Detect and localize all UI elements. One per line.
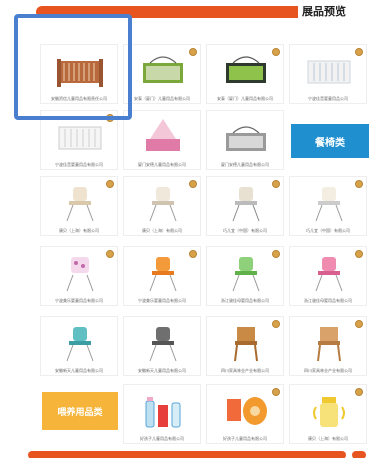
award-badge-icon <box>272 180 280 188</box>
selection-highlight-box <box>14 14 132 120</box>
baby-bottle-icon <box>145 397 181 428</box>
playard-icon <box>226 56 266 83</box>
bottom-bar <box>28 451 346 458</box>
high-chair-icon <box>66 187 94 222</box>
product-caption: 安泰（厦门）儿童用品有限公司 <box>217 96 273 101</box>
product-caption: 好孩子儿童用品有限公司 <box>223 436 267 441</box>
playard-icon <box>143 56 183 83</box>
award-badge-icon <box>106 180 114 188</box>
canopy-crib-icon <box>146 119 180 151</box>
product-card-wood-chair-1[interactable]: 四川家具林业产业有限公司 <box>206 316 284 376</box>
high-chair-icon <box>232 257 260 292</box>
high-chair-icon <box>315 187 343 222</box>
wooden-chair-icon <box>234 327 258 362</box>
product-caption: 好孩子儿童用品有限公司 <box>140 436 184 441</box>
product-caption: 四川家具林业产业有限公司 <box>304 368 352 373</box>
product-caption: 巧儿宜（中国）有限公司 <box>306 228 350 233</box>
product-caption: 康贝（上海）有限公司 <box>142 228 182 233</box>
high-chair-icon <box>149 187 177 222</box>
award-badge-icon <box>272 48 280 56</box>
product-card-high-chair-orange[interactable]: 宁波美乐婴童用品有限公司 <box>123 246 201 306</box>
award-badge-icon <box>106 250 114 258</box>
wooden-chair-icon <box>317 327 341 362</box>
high-chair-icon <box>149 327 177 362</box>
white-crib-icon <box>58 126 102 150</box>
category-tile-feeding-products[interactable]: 喂养用品类 <box>42 392 118 430</box>
product-card-crib-canopy[interactable]: 厦门安德儿童用品有限公司 <box>123 110 201 170</box>
award-badge-icon <box>355 250 363 258</box>
product-card-high-chair-teal[interactable]: 安徽新天儿童用品有限公司 <box>40 316 118 376</box>
product-card-wood-chair-2[interactable]: 四川家具林业产业有限公司 <box>289 316 367 376</box>
award-badge-icon <box>189 250 197 258</box>
product-card-high-chair-pink[interactable]: 宁波美乐婴童用品有限公司 <box>40 246 118 306</box>
product-caption: 宁波美乐婴童用品有限公司 <box>55 298 103 303</box>
product-card-playard-green[interactable]: 安泰（厦门）儿童用品有限公司 <box>123 44 201 104</box>
award-badge-icon <box>189 48 197 56</box>
high-chair-icon <box>66 257 94 292</box>
high-chair-icon <box>315 257 343 292</box>
product-caption: 巧儿宜（中国）有限公司 <box>223 228 267 233</box>
product-caption: 厦门安德儿童用品有限公司 <box>138 162 186 167</box>
bottom-dot <box>352 451 366 458</box>
product-caption: 宁波佳音婴童用品有限公司 <box>55 162 103 167</box>
award-badge-icon <box>355 48 363 56</box>
award-badge-icon <box>355 388 363 396</box>
playard-icon <box>226 126 266 151</box>
product-caption: 宁波美乐婴童用品有限公司 <box>138 298 186 303</box>
award-badge-icon <box>272 320 280 328</box>
product-card-high-chair-4[interactable]: 巧儿宜（中国）有限公司 <box>289 176 367 236</box>
high-chair-icon <box>66 327 94 362</box>
award-badge-icon <box>355 320 363 328</box>
product-card-pacifiers[interactable]: 好孩子儿童用品有限公司 <box>206 384 284 444</box>
sippy-cup-icon <box>313 397 345 427</box>
award-badge-icon <box>272 388 280 396</box>
award-badge-icon <box>272 250 280 258</box>
product-caption: 浙江骏佳母婴用品有限公司 <box>221 298 269 303</box>
product-card-playard-mint[interactable]: 安泰（厦门）儿童用品有限公司 <box>206 44 284 104</box>
award-badge-icon <box>355 180 363 188</box>
category-tile-dining-chairs[interactable]: 餐椅类 <box>291 124 369 158</box>
product-card-high-chair-3[interactable]: 巧儿宜（中国）有限公司 <box>206 176 284 236</box>
high-chair-icon <box>149 257 177 292</box>
pacifier-icon <box>227 397 267 425</box>
product-caption: 安徽新天儿童用品有限公司 <box>138 368 186 373</box>
white-crib-icon <box>307 60 351 84</box>
product-card-crib-white[interactable]: 宁波佳音婴童用品公司 <box>289 44 367 104</box>
product-card-playard-gray[interactable]: 厦门安德儿童用品有限公司 <box>206 110 284 170</box>
product-caption: 四川家具林业产业有限公司 <box>221 368 269 373</box>
product-caption: 安徽新天儿童用品有限公司 <box>55 368 103 373</box>
product-card-high-chair-gray[interactable]: 安徽新天儿童用品有限公司 <box>123 316 201 376</box>
high-chair-icon <box>232 187 260 222</box>
product-card-high-chair-pink-2[interactable]: 浙江骏佳母婴用品有限公司 <box>289 246 367 306</box>
award-badge-icon <box>189 180 197 188</box>
product-caption: 康贝（上海）有限公司 <box>59 228 99 233</box>
product-caption: 康贝（上海）有限公司 <box>308 436 348 441</box>
product-card-high-chair-2[interactable]: 康贝（上海）有限公司 <box>123 176 201 236</box>
product-caption: 浙江骏佳母婴用品有限公司 <box>304 298 352 303</box>
product-card-high-chair-1[interactable]: 康贝（上海）有限公司 <box>40 176 118 236</box>
product-card-sippy-cup[interactable]: 康贝（上海）有限公司 <box>289 384 367 444</box>
product-caption: 宁波佳音婴童用品公司 <box>308 96 348 101</box>
product-caption: 安泰（厦门）儿童用品有限公司 <box>134 96 190 101</box>
product-card-bottles[interactable]: 好孩子儿童用品有限公司 <box>123 384 201 444</box>
section-title: 展品预览 <box>298 3 350 19</box>
product-caption: 厦门安德儿童用品有限公司 <box>221 162 269 167</box>
product-card-high-chair-green[interactable]: 浙江骏佳母婴用品有限公司 <box>206 246 284 306</box>
